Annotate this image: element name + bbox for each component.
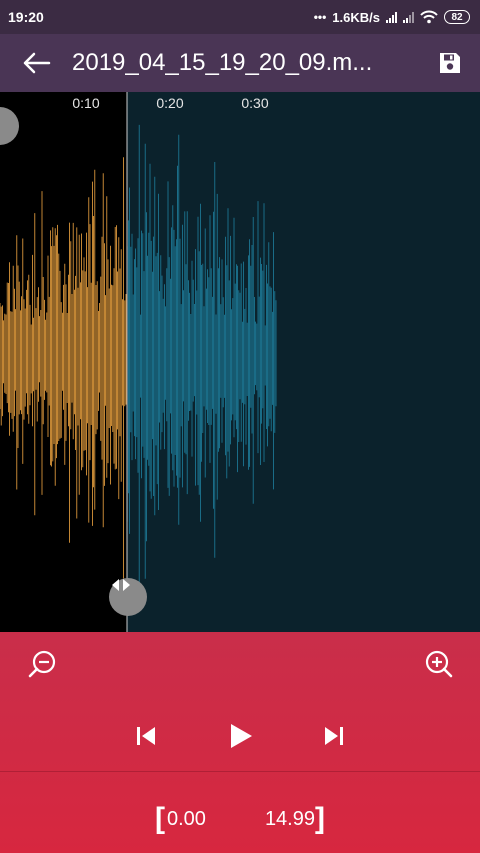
waveform-area[interactable]: 0:10 0:20 0:30: [0, 92, 480, 632]
zoom-in-button[interactable]: [419, 644, 459, 684]
selection-range: [ 0.00 14.99 ]: [0, 802, 480, 836]
wifi-icon: [420, 10, 438, 24]
network-speed: 1.6KB/s: [332, 9, 380, 25]
end-time-field[interactable]: 14.99: [255, 808, 315, 831]
timeline-label-20: 0:20: [156, 95, 184, 111]
arrow-left-icon: [23, 52, 51, 74]
zoom-in-icon: [425, 650, 453, 678]
transport-controls: [0, 702, 480, 770]
selection-end-handle[interactable]: [109, 578, 147, 616]
waveform: [0, 92, 277, 632]
notification-dots: •••: [313, 10, 327, 24]
play-icon: [231, 724, 252, 748]
status-bar: 19:20 ••• 1.6KB/s 82: [0, 0, 480, 34]
range-close-bracket: ]: [315, 802, 325, 835]
file-title: 2019_04_15_19_20_09.m...: [72, 49, 373, 76]
skip-next-icon: [325, 727, 343, 745]
signal-icon-2: [403, 11, 414, 23]
range-open-bracket: [: [155, 802, 165, 835]
back-button[interactable]: [0, 34, 72, 92]
timeline-label-10: 0:10: [72, 95, 100, 111]
previous-button[interactable]: [126, 716, 166, 756]
controls-panel: [ 0.00 14.99 ]: [0, 632, 480, 853]
timeline-label-30: 0:30: [241, 95, 269, 111]
floppy-disk-icon: [440, 53, 460, 73]
app-bar: 2019_04_15_19_20_09.m...: [0, 34, 480, 92]
status-time: 19:20: [8, 9, 44, 25]
battery-icon: 82: [444, 10, 470, 24]
drag-handle-icon: [112, 579, 130, 591]
save-button[interactable]: [420, 34, 480, 92]
status-indicators: ••• 1.6KB/s 82: [314, 10, 470, 25]
signal-icon: [386, 11, 397, 23]
zoom-out-button[interactable]: [22, 644, 62, 684]
zoom-out-icon: [28, 650, 56, 678]
controls-divider: [0, 771, 480, 772]
start-time-field[interactable]: 0.00: [165, 808, 255, 831]
next-button[interactable]: [314, 716, 354, 756]
play-button[interactable]: [220, 716, 260, 756]
skip-previous-icon: [137, 727, 155, 745]
